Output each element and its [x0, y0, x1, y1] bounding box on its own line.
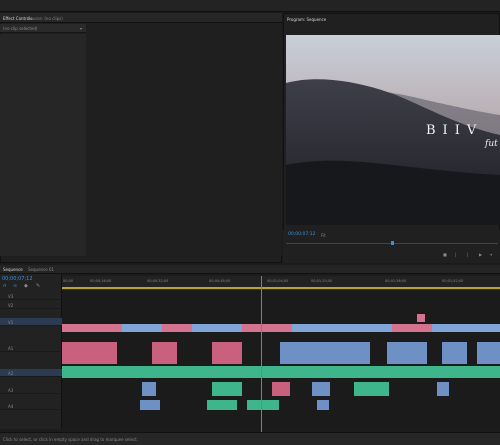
- tab-program[interactable]: Program: Sequence: [287, 17, 326, 22]
- track-label: V2: [8, 303, 14, 308]
- source-empty-area: [87, 24, 282, 256]
- program-video-frame[interactable]: BIIV fut: [286, 35, 500, 225]
- timeline-tracks[interactable]: [62, 290, 500, 430]
- audio-clip[interactable]: [280, 342, 370, 364]
- subtitle-overlay: fut: [485, 139, 498, 149]
- audio-clip[interactable]: [387, 342, 427, 364]
- clip[interactable]: [392, 324, 432, 332]
- audio-clip[interactable]: [272, 382, 290, 396]
- track-headers: 00;00;07;12 ∩ ∞ ◆ ✎ V3 V2 V1 A1 A2 A3 A4: [0, 274, 62, 429]
- clip[interactable]: [162, 324, 192, 332]
- track-label: A4: [8, 404, 14, 409]
- step-back-icon[interactable]: |: [455, 252, 456, 257]
- playhead-marker[interactable]: [391, 241, 394, 245]
- step-forward-icon[interactable]: |: [467, 252, 468, 257]
- track-label: A3: [8, 388, 14, 393]
- wrench-icon[interactable]: ✎: [36, 283, 40, 289]
- audio-clip[interactable]: [142, 382, 156, 396]
- music-clip[interactable]: [62, 366, 500, 378]
- ruler-tick: 00;01;04;00: [267, 279, 289, 283]
- play-icon[interactable]: ▶: [479, 252, 482, 257]
- workspace-bar: [0, 0, 500, 12]
- track-label: A1: [8, 346, 14, 351]
- clip[interactable]: [242, 324, 292, 332]
- audio-clip[interactable]: [247, 400, 279, 410]
- ruler-tick: 00;01;52;00: [442, 279, 464, 283]
- time-ruler[interactable]: 00;00 00;00;16;00 00;00;32;00 00;00;48;0…: [62, 276, 500, 290]
- chevron-down-icon: ▾: [80, 26, 83, 31]
- program-timecode[interactable]: 00;00;07;12: [288, 232, 315, 237]
- track-label: A2: [8, 371, 14, 376]
- track-a3[interactable]: A3: [0, 386, 62, 394]
- next-icon[interactable]: ⇥: [489, 252, 492, 257]
- track-label: V3: [8, 294, 14, 299]
- clip[interactable]: [192, 324, 242, 332]
- track-a4[interactable]: A4: [0, 402, 62, 410]
- linked-icon[interactable]: ∞: [13, 283, 17, 289]
- ruler-tick: 00;00;16;00: [90, 279, 112, 283]
- audio-clip[interactable]: [442, 342, 467, 364]
- ruler-tick: 00;00;32;00: [147, 279, 169, 283]
- tab-source[interactable]: Source: (no clips): [28, 16, 63, 21]
- clip-dropdown-label: (no clip selected): [3, 26, 38, 31]
- ruler-tick: 00;00: [63, 279, 74, 283]
- playhead[interactable]: [261, 276, 262, 434]
- ruler-tick: 00;00;48;00: [209, 279, 231, 283]
- fit-dropdown[interactable]: Fit: [321, 233, 326, 238]
- track-label: V1: [8, 320, 14, 325]
- clip[interactable]: [292, 324, 392, 332]
- timeline-timecode[interactable]: 00;00;07;12: [2, 276, 33, 282]
- status-bar: Click to select, or click in empty space…: [0, 432, 500, 445]
- audio-clip[interactable]: [354, 382, 389, 396]
- clip[interactable]: [122, 324, 162, 332]
- marker-icon[interactable]: ◆: [24, 283, 28, 289]
- stop-icon[interactable]: ■: [443, 252, 447, 257]
- audio-clip[interactable]: [437, 382, 449, 396]
- snap-icon[interactable]: ∩: [3, 283, 7, 289]
- clip-dropdown[interactable]: (no clip selected) ▾: [0, 24, 86, 33]
- track-v2[interactable]: V2: [0, 301, 62, 309]
- title-overlay: BIIV: [426, 123, 484, 138]
- clip[interactable]: [417, 314, 425, 322]
- ruler-tick: 00;01;20;00: [311, 279, 333, 283]
- status-text: Click to select, or click in empty space…: [3, 437, 138, 442]
- source-tabs: Effect Controls Source: (no clips): [0, 13, 282, 23]
- audio-clip[interactable]: [212, 382, 242, 396]
- tab-sequence-01[interactable]: Sequence 01: [28, 267, 54, 272]
- track-a2[interactable]: A2: [0, 369, 62, 377]
- clip[interactable]: [62, 324, 122, 332]
- audio-clip[interactable]: [312, 382, 330, 396]
- audio-clip[interactable]: [212, 342, 242, 364]
- program-controls: 00;00;07;12 Fit ■ | | ▶ ⇥: [283, 230, 500, 263]
- timeline-tabs: Sequence Sequence 01: [0, 265, 500, 274]
- track-v3[interactable]: V3: [0, 292, 62, 300]
- track-v1[interactable]: V1: [0, 318, 62, 326]
- work-area-bar[interactable]: [62, 287, 500, 289]
- audio-clip[interactable]: [207, 400, 237, 410]
- audio-clip[interactable]: [477, 342, 500, 364]
- ruler-tick: 00;01;36;00: [385, 279, 407, 283]
- audio-clip[interactable]: [140, 400, 160, 410]
- audio-clip[interactable]: [317, 400, 329, 410]
- audio-clip[interactable]: [62, 342, 117, 364]
- effect-list: [0, 34, 86, 256]
- track-a1[interactable]: A1: [0, 344, 62, 352]
- clip[interactable]: [432, 324, 500, 332]
- tab-sequence[interactable]: Sequence: [3, 267, 23, 272]
- audio-clip[interactable]: [152, 342, 177, 364]
